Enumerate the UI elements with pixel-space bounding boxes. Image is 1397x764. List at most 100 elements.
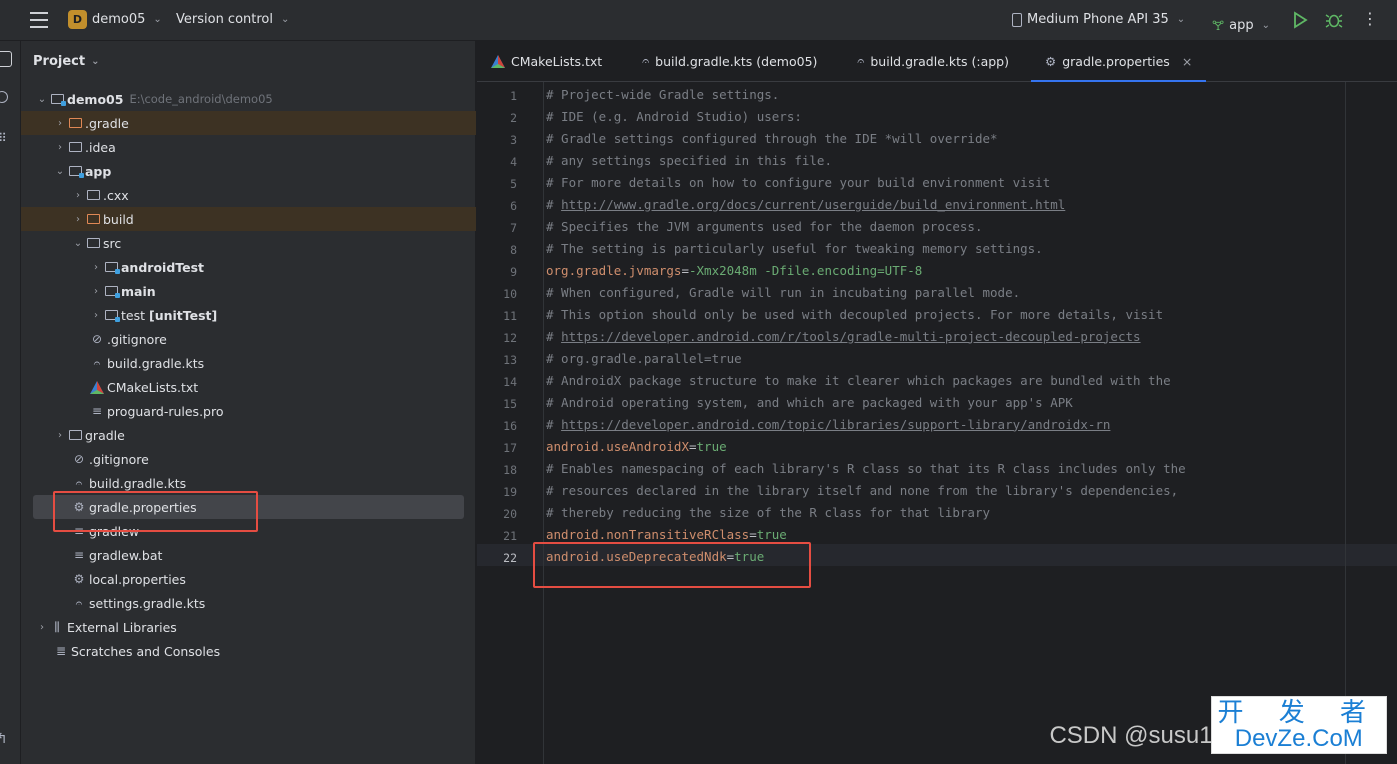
tree-item-androidtest[interactable]: › androidTest <box>21 255 476 279</box>
code-line[interactable]: # any settings specified in this file. <box>544 149 1397 171</box>
tree-item-test[interactable]: › test [unitTest] <box>21 303 476 327</box>
tree-item-gradle-dir[interactable]: › .gradle <box>21 111 476 135</box>
more-vertical-icon: ⋮ <box>1362 9 1378 28</box>
code-property-value: true <box>756 526 787 542</box>
code-property-value: true <box>696 438 727 454</box>
chevron-down-icon: ⌄ <box>37 93 47 105</box>
editor-tabs: CMakeLists.txt 𝄐 build.gradle.kts (demo0… <box>477 41 1397 82</box>
tab-label: CMakeLists.txt <box>511 53 603 69</box>
line-number: 15 <box>503 397 517 411</box>
code-comment: # When configured, Gradle will run in in… <box>546 284 1021 300</box>
title-bar: D demo05 ⌄ Version control ⌄ Medium Phon… <box>0 0 1397 41</box>
tree-item-cxx[interactable]: › .cxx <box>21 183 476 207</box>
code-line[interactable]: # org.gradle.parallel=true <box>544 347 1397 369</box>
settings-icon: ⚙ <box>73 572 85 586</box>
line-number: 1 <box>510 89 517 103</box>
folder-icon <box>85 211 101 227</box>
tree-label: test <box>121 307 146 323</box>
code-line[interactable]: # http://www.gradle.org/docs/current/use… <box>544 193 1397 215</box>
code-line[interactable]: # Project-wide Gradle settings. <box>544 83 1397 105</box>
code-operator: = <box>749 526 757 542</box>
code-link[interactable]: https://developer.android.com/topic/libr… <box>561 417 1110 432</box>
line-number: 11 <box>503 309 517 323</box>
tree-item-local-properties[interactable]: ⚙ local.properties <box>21 567 476 591</box>
tree-item-main[interactable]: › main <box>21 279 476 303</box>
tree-item-gradle[interactable]: › gradle <box>21 423 476 447</box>
code-operator: = <box>681 262 689 278</box>
tree-item-build[interactable]: › build <box>21 207 476 231</box>
vcs-icon[interactable]: ↰ <box>0 731 8 747</box>
tree-item-settings-gradle[interactable]: 𝄐 settings.gradle.kts <box>21 591 476 615</box>
tree-item-external-libraries[interactable]: › ⫼ External Libraries <box>21 615 476 639</box>
code-line[interactable]: # https://developer.android.com/r/tools/… <box>544 325 1397 347</box>
main-menu-button[interactable] <box>30 12 48 28</box>
phone-icon <box>1012 12 1022 27</box>
tree-item-gradlew-bat[interactable]: ≡ gradlew.bat <box>21 543 476 567</box>
tab-gradle-properties[interactable]: ⚙ gradle.properties × <box>1031 41 1207 82</box>
tree-item-src[interactable]: ⌄ src <box>21 231 476 255</box>
shapes-icon[interactable] <box>0 91 8 103</box>
hamburger-icon <box>30 12 48 14</box>
debug-button[interactable] <box>1325 11 1343 29</box>
tab-build-gradle-app[interactable]: 𝄐 build.gradle.kts (:app) <box>843 41 1023 81</box>
code-link[interactable]: https://developer.android.com/r/tools/gr… <box>561 329 1140 344</box>
tree-item-app-gitignore[interactable]: ⊘ .gitignore <box>21 327 476 351</box>
folder-icon <box>67 427 83 443</box>
tab-cmakelists[interactable]: CMakeLists.txt <box>477 41 616 81</box>
tree-label: gradlew.bat <box>89 547 163 563</box>
chevron-right-icon: › <box>94 309 98 321</box>
folder-icon <box>85 235 101 251</box>
project-selector[interactable]: D demo05 ⌄ <box>68 10 162 29</box>
code-comment: # For more details on how to configure y… <box>546 174 1051 190</box>
structure-icon[interactable]: ⠿ <box>0 131 7 145</box>
code-line[interactable]: # thereby reducing the size of the R cla… <box>544 501 1397 523</box>
device-selector[interactable]: Medium Phone API 35 ⌄ <box>1012 12 1185 27</box>
line-number: 8 <box>510 243 517 257</box>
editor: CMakeLists.txt 𝄐 build.gradle.kts (demo0… <box>477 41 1397 764</box>
code-line[interactable]: # https://developer.android.com/topic/li… <box>544 413 1397 435</box>
tree-item-root[interactable]: ⌄ demo05 E:\code_android\demo05 <box>21 87 476 111</box>
code-line[interactable]: # resources declared in the library itse… <box>544 479 1397 501</box>
code-line[interactable]: # Gradle settings configured through the… <box>544 127 1397 149</box>
code-line[interactable]: # Enables namespacing of each library's … <box>544 457 1397 479</box>
code-line[interactable]: # Specifies the JVM arguments used for t… <box>544 215 1397 237</box>
close-icon[interactable]: × <box>1182 54 1192 69</box>
code-line[interactable]: # Android operating system, and which ar… <box>544 391 1397 413</box>
code-comment: # AndroidX package structure to make it … <box>546 372 1171 388</box>
code-line[interactable]: # The setting is particularly useful for… <box>544 237 1397 259</box>
tab-build-gradle-demo05[interactable]: 𝄐 build.gradle.kts (demo05) <box>628 41 831 81</box>
code-line[interactable]: # AndroidX package structure to make it … <box>544 369 1397 391</box>
line-number: 17 <box>503 441 517 455</box>
project-tool-button[interactable] <box>0 51 12 67</box>
tree-item-cmakelists[interactable]: CMakeLists.txt <box>21 375 476 399</box>
code-line[interactable]: # IDE (e.g. Android Studio) users: <box>544 105 1397 127</box>
project-panel-header[interactable]: Project ⌄ <box>21 41 475 82</box>
code-comment: # Project-wide Gradle settings. <box>546 86 780 102</box>
tree-item-idea[interactable]: › .idea <box>21 135 476 159</box>
android-icon: 🝖 <box>1212 19 1225 34</box>
code-line[interactable]: # This option should only be used with d… <box>544 303 1397 325</box>
code-link[interactable]: http://www.gradle.org/docs/current/userg… <box>561 197 1065 212</box>
code-comment: # The setting is particularly useful for… <box>546 240 1043 256</box>
chevron-right-icon: › <box>94 285 98 297</box>
tree-item-proguard[interactable]: ≡ proguard-rules.pro <box>21 399 476 423</box>
tree-item-app[interactable]: ⌄ app <box>21 159 476 183</box>
tree-label: proguard-rules.pro <box>107 403 224 419</box>
tree-label: demo05 <box>67 91 124 107</box>
chevron-down-icon: ⌄ <box>281 14 290 25</box>
code-comment: # Enables namespacing of each library's … <box>546 460 1186 476</box>
code-property-key: android.useAndroidX <box>546 438 689 454</box>
run-button[interactable] <box>1292 11 1308 29</box>
code-line[interactable]: # For more details on how to configure y… <box>544 171 1397 193</box>
tree-item-gitignore[interactable]: ⊘ .gitignore <box>21 447 476 471</box>
code-line[interactable]: # When configured, Gradle will run in in… <box>544 281 1397 303</box>
run-config-selector[interactable]: 🝖 app ⌄ <box>1212 12 1270 38</box>
code-line[interactable]: android.useAndroidX = true <box>544 435 1397 457</box>
code-line[interactable]: org.gradle.jvmargs = -Xmx2048m -Dfile.enco… <box>544 259 1397 281</box>
more-options-button[interactable]: ⋮ <box>1362 11 1378 27</box>
gradle-icon: 𝄐 <box>75 595 83 610</box>
tree-label: local.properties <box>89 571 186 587</box>
tree-item-app-build-gradle[interactable]: 𝄐 build.gradle.kts <box>21 351 476 375</box>
tree-item-scratches[interactable]: ≣ Scratches and Consoles <box>21 639 476 663</box>
version-control-menu[interactable]: Version control ⌄ <box>176 12 289 27</box>
